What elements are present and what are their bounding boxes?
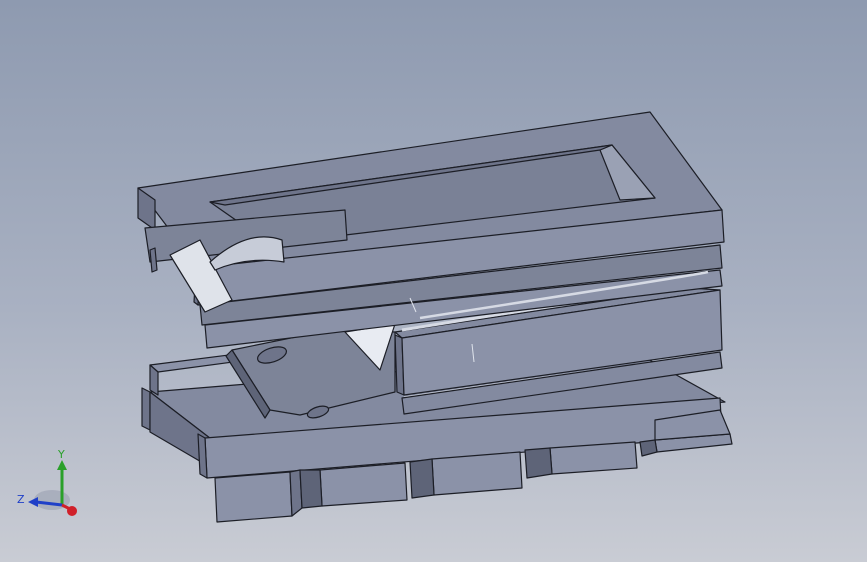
graphics-viewport[interactable]: Y Z <box>0 0 867 562</box>
z-axis-label: Z <box>17 493 25 506</box>
y-axis-label: Y <box>57 448 65 461</box>
coordinate-triad-icon: Y Z <box>17 448 77 516</box>
